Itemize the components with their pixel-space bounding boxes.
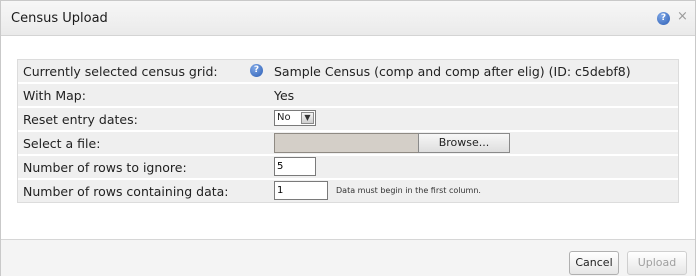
with-map-value: Yes [274, 88, 295, 103]
data-column-hint: Data must begin in the first column. [336, 186, 481, 195]
dialog-footer: Cancel Upload [1, 239, 695, 276]
rows-to-ignore-label: Number of rows to ignore: [23, 160, 187, 175]
census-upload-dialog: Census Upload ? × Currently selected cen… [0, 0, 696, 276]
rows-containing-data-input[interactable] [274, 181, 328, 200]
census-grid-label: Currently selected census grid: [23, 64, 218, 79]
close-icon[interactable]: × [677, 9, 688, 24]
browse-button[interactable]: Browse... [418, 133, 510, 153]
dialog-titlebar: Census Upload ? × [1, 1, 695, 36]
reset-entry-dates-label: Reset entry dates: [23, 112, 138, 127]
file-path-field[interactable] [274, 133, 420, 153]
reset-entry-dates-select[interactable]: No ▼ [274, 110, 316, 126]
select-file-label: Select a file: [23, 136, 101, 151]
form-row-select-file: Select a file: Browse... [18, 132, 678, 156]
form-row-reset-entry-dates: Reset entry dates: No ▼ [18, 108, 678, 132]
form-row-census-grid: Currently selected census grid: ? Sample… [18, 60, 678, 84]
dialog-title: Census Upload [11, 11, 108, 26]
help-icon[interactable]: ? [657, 12, 670, 25]
form-row-with-map: With Map: Yes [18, 84, 678, 108]
cancel-button[interactable]: Cancel [569, 251, 619, 275]
reset-entry-dates-selected: No [277, 112, 291, 123]
rows-containing-data-label: Number of rows containing data: [23, 184, 229, 199]
form-row-rows-containing-data: Number of rows containing data: Data mus… [18, 180, 678, 202]
help-icon[interactable]: ? [250, 64, 263, 77]
upload-button[interactable]: Upload [627, 251, 687, 275]
chevron-down-icon[interactable]: ▼ [301, 112, 314, 124]
with-map-label: With Map: [23, 88, 86, 103]
upload-form: Currently selected census grid: ? Sample… [17, 59, 679, 203]
form-row-rows-to-ignore: Number of rows to ignore: [18, 156, 678, 180]
rows-to-ignore-input[interactable] [274, 157, 316, 176]
census-grid-value: Sample Census (comp and comp after elig)… [274, 64, 631, 79]
